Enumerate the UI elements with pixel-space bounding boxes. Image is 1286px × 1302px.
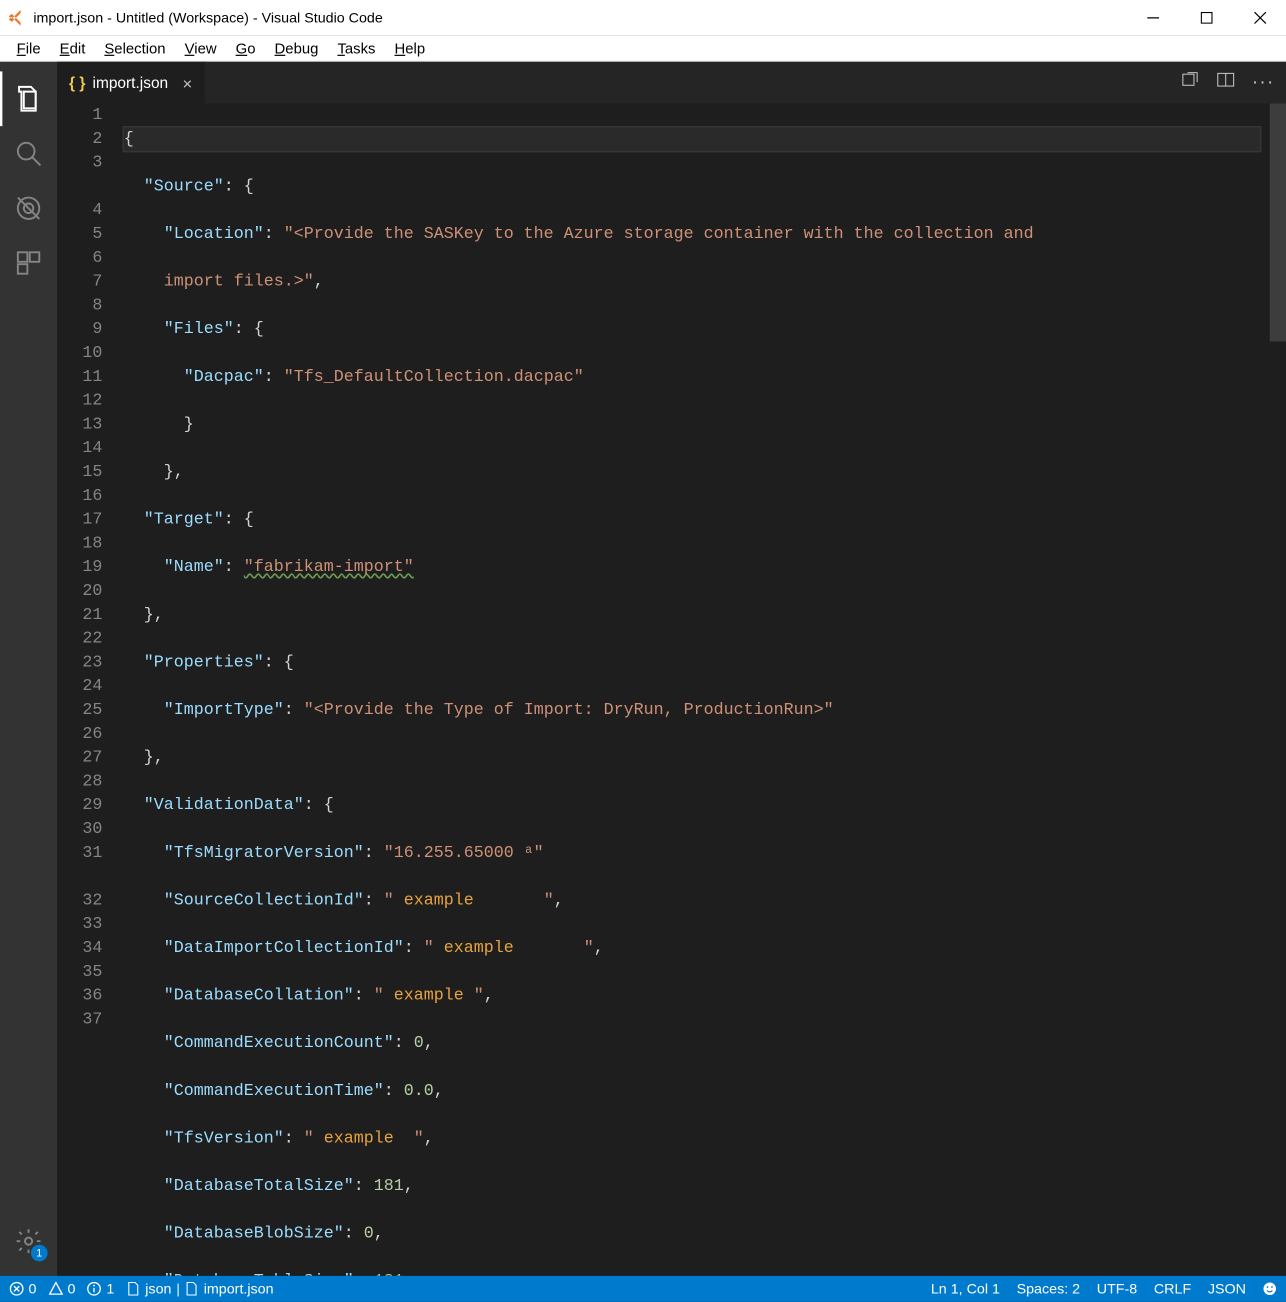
extensions-icon[interactable] (0, 236, 57, 291)
warning-icon (48, 1282, 62, 1296)
menu-file[interactable]: File (7, 37, 50, 58)
menu-help[interactable]: Help (385, 37, 435, 58)
editor-area: { } import.json × ··· 123 4567 891011 12… (57, 62, 1286, 1276)
window-controls (1126, 0, 1286, 36)
workbench: 1 { } import.json × ··· 123 4567 891011 … (0, 62, 1286, 1276)
menu-go[interactable]: Go (226, 37, 265, 58)
settings-badge: 1 (31, 1245, 48, 1262)
status-errors[interactable]: 0 (10, 1280, 37, 1297)
split-editor-icon[interactable] (1216, 70, 1235, 95)
status-cursor[interactable]: Ln 1, Col 1 (931, 1280, 1000, 1297)
explorer-icon[interactable] (0, 71, 57, 126)
debug-bug-icon[interactable] (0, 181, 57, 236)
info-icon (87, 1282, 101, 1296)
close-window-button[interactable] (1233, 0, 1286, 36)
error-icon (10, 1282, 24, 1296)
status-eol[interactable]: CRLF (1154, 1280, 1191, 1297)
line-gutter: 123 4567 891011 12131415 16171819 202122… (57, 104, 124, 1276)
status-encoding[interactable]: UTF-8 (1097, 1280, 1137, 1297)
status-feedback-icon[interactable] (1263, 1282, 1277, 1296)
status-indent[interactable]: Spaces: 2 (1017, 1280, 1081, 1297)
file-icon (185, 1282, 199, 1296)
title-bar: import.json - Untitled (Workspace) - Vis… (0, 0, 1286, 36)
menu-edit[interactable]: Edit (50, 37, 95, 58)
status-info[interactable]: 1 (87, 1280, 114, 1297)
menu-tasks[interactable]: Tasks (328, 37, 385, 58)
tabs-bar: { } import.json × ··· (57, 62, 1286, 104)
tab-close-icon[interactable]: × (182, 73, 192, 92)
status-breadcrumb[interactable]: json | import.json (126, 1280, 273, 1297)
vertical-scrollbar[interactable] (1270, 104, 1286, 1276)
menu-view[interactable]: View (175, 37, 226, 58)
menu-bar: File Edit Selection View Go Debug Tasks … (0, 36, 1286, 62)
status-bar: 0 0 1 json | import.json Ln 1, Col 1 Spa… (0, 1276, 1286, 1302)
status-warnings[interactable]: 0 (48, 1280, 75, 1297)
maximize-button[interactable] (1179, 0, 1233, 36)
minimize-button[interactable] (1126, 0, 1180, 36)
status-language[interactable]: JSON (1208, 1280, 1246, 1297)
compare-changes-icon[interactable] (1180, 70, 1199, 95)
more-actions-icon[interactable]: ··· (1252, 72, 1275, 93)
tab-import-json[interactable]: { } import.json × (57, 62, 205, 104)
window-title: import.json - Untitled (Workspace) - Vis… (33, 10, 1125, 27)
menu-selection[interactable]: Selection (95, 37, 175, 58)
tab-label: import.json (93, 74, 169, 92)
activity-bar: 1 (0, 62, 57, 1276)
menu-debug[interactable]: Debug (265, 37, 328, 58)
file-icon (126, 1282, 140, 1296)
editor-actions: ··· (1180, 62, 1286, 104)
settings-gear-icon[interactable]: 1 (0, 1214, 57, 1269)
code-content[interactable]: { "Source": { "Location": "<Provide the … (124, 104, 1270, 1276)
json-file-icon: { } (69, 74, 85, 92)
code-editor[interactable]: 123 4567 891011 12131415 16171819 202122… (57, 104, 1286, 1276)
scrollbar-thumb[interactable] (1270, 104, 1286, 342)
search-icon[interactable] (0, 126, 57, 181)
vscode-logo-icon (7, 8, 26, 27)
